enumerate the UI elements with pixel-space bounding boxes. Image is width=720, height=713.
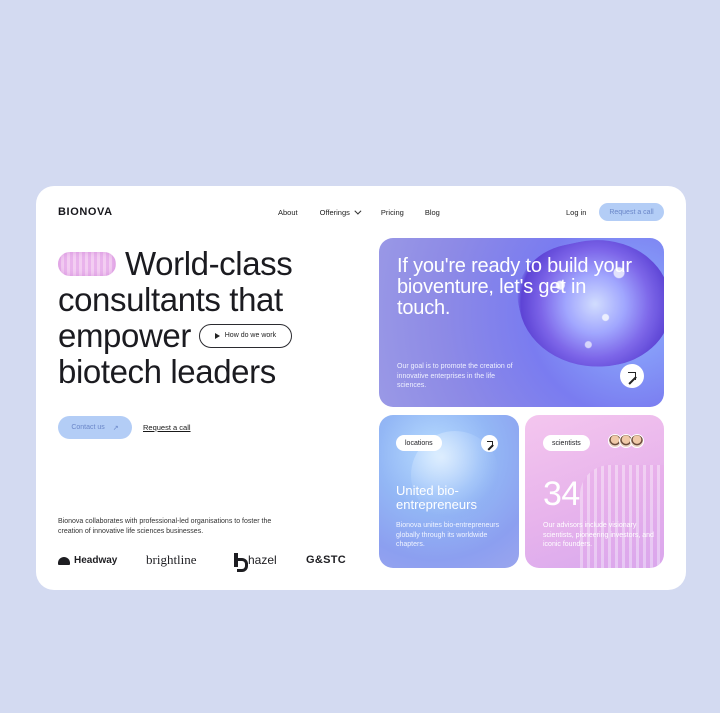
hero-line-2: consultants that bbox=[58, 281, 283, 318]
get-in-touch-panel[interactable]: If you're ready to build your bioventure… bbox=[379, 238, 664, 407]
nav-pricing[interactable]: Pricing bbox=[381, 208, 404, 217]
arrow-up-right-icon: ↗ bbox=[112, 424, 119, 432]
contact-us-label: Contact us bbox=[71, 424, 105, 431]
brand-headway-text: Headway bbox=[74, 555, 118, 566]
brand-logo[interactable]: BIONOVA bbox=[58, 206, 113, 218]
partner-logos: Headway brightline hazel G&STC bbox=[58, 552, 358, 572]
landing-card: BIONOVA About Offerings Pricing Blog Log… bbox=[36, 186, 686, 590]
how-we-work-label: How do we work bbox=[224, 332, 277, 339]
main-nav: About Offerings Pricing Blog bbox=[278, 207, 440, 217]
get-in-touch-arrow-button[interactable] bbox=[620, 364, 644, 388]
brand-gstc: G&STC bbox=[306, 554, 346, 566]
hero-line-3-text: empower bbox=[58, 317, 191, 354]
nav-about[interactable]: About bbox=[278, 208, 298, 217]
hero-line-1-text: World-class bbox=[125, 245, 293, 282]
how-we-work-button[interactable]: How do we work bbox=[198, 324, 292, 348]
arrow-up-right-icon bbox=[486, 440, 493, 447]
scientists-panel[interactable]: scientists 34 Our advisors include visio… bbox=[525, 415, 664, 568]
chevron-down-icon bbox=[354, 207, 362, 215]
locations-tag[interactable]: locations bbox=[396, 435, 442, 451]
pill-decoration-icon bbox=[58, 252, 116, 276]
hero-line-3: empower How do we work bbox=[58, 318, 358, 354]
scientists-tag[interactable]: scientists bbox=[543, 435, 590, 451]
brand-headway: Headway bbox=[58, 555, 117, 566]
nav-offerings[interactable]: Offerings bbox=[319, 207, 362, 217]
hero-line-4: biotech leaders bbox=[58, 353, 276, 390]
nav-offerings-label: Offerings bbox=[319, 208, 350, 217]
get-in-touch-headline: If you're ready to build your bioventure… bbox=[397, 255, 632, 319]
locations-headline: United bio-entrepreneurs bbox=[396, 483, 477, 512]
contact-us-button[interactable]: Contact us ↗ bbox=[58, 416, 132, 439]
stripes-decoration bbox=[580, 465, 664, 568]
locations-subtext: Bionova unites bio-entrepreneurs globall… bbox=[396, 522, 500, 548]
scientists-count: 34 bbox=[543, 475, 580, 513]
arrow-up-right-icon bbox=[628, 372, 636, 380]
get-in-touch-subtext: Our goal is to promote the creation of i… bbox=[397, 363, 513, 389]
company-description: Bionova collaborates with professional-l… bbox=[58, 518, 272, 535]
hero-line-1: World-class bbox=[58, 246, 358, 282]
brand-hazel-text: hazel bbox=[248, 553, 277, 567]
request-call-link[interactable]: Request a call bbox=[143, 423, 191, 432]
scientists-subtext: Our advisors include visionary scientist… bbox=[543, 522, 654, 548]
locations-arrow-button[interactable] bbox=[481, 435, 498, 452]
scientist-avatars bbox=[608, 434, 644, 448]
brand-brightline: brightline bbox=[146, 552, 197, 567]
brand-hazel: hazel bbox=[234, 553, 277, 572]
play-icon bbox=[214, 333, 220, 339]
headway-logo-icon bbox=[58, 556, 70, 565]
locations-panel[interactable]: locations United bio-entrepreneurs Biono… bbox=[379, 415, 519, 568]
request-call-button[interactable]: Request a call bbox=[599, 203, 664, 221]
nav-blog[interactable]: Blog bbox=[425, 208, 440, 217]
avatar bbox=[630, 434, 644, 448]
hazel-logo-icon bbox=[234, 553, 248, 572]
hero-heading: World-class consultants that empower How… bbox=[58, 246, 358, 390]
login-link[interactable]: Log in bbox=[566, 208, 586, 217]
